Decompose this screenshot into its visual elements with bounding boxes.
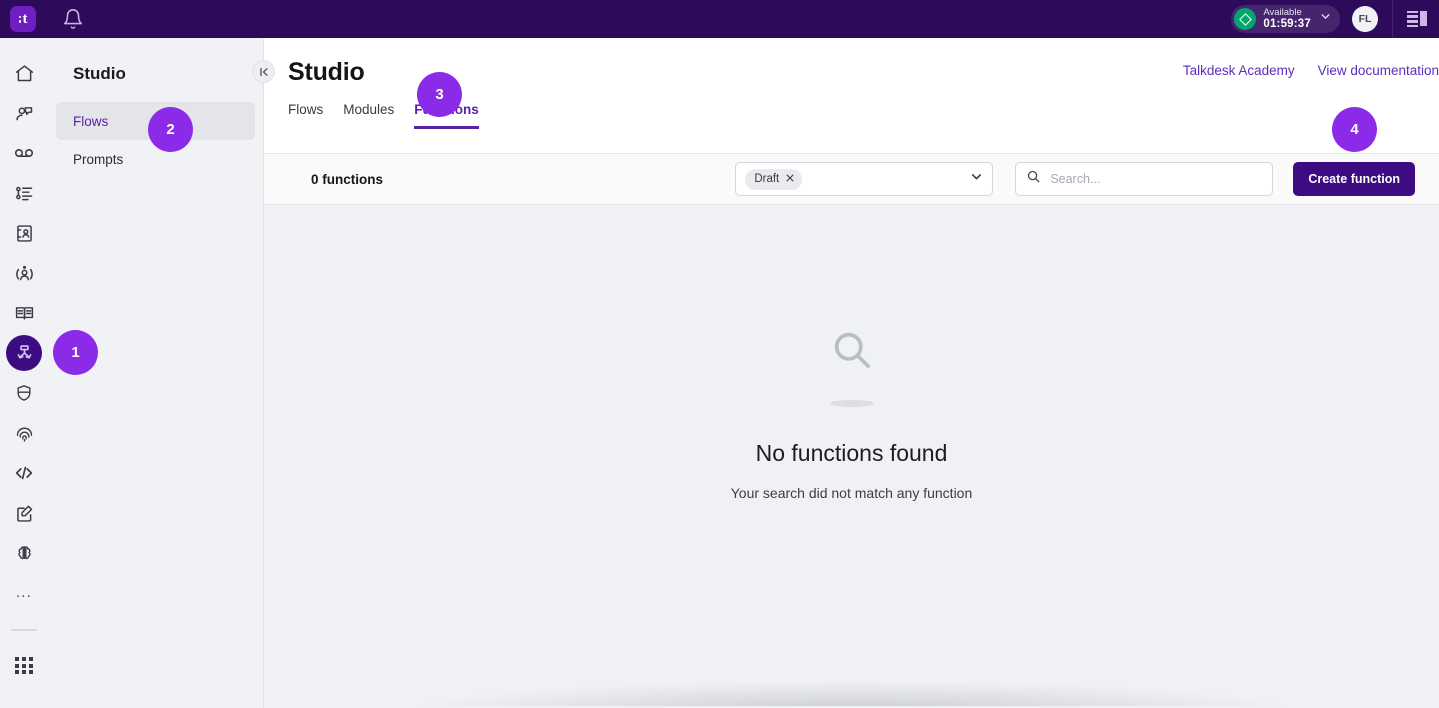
knowledge-book-icon <box>15 306 33 319</box>
sidebar-item-agents[interactable] <box>6 255 42 291</box>
sidebar-item-knowledge[interactable] <box>6 295 42 331</box>
primary-nav-rail: ... <box>0 38 48 708</box>
status-available-icon <box>1234 8 1257 30</box>
empty-state-shadow <box>829 400 874 407</box>
fingerprint-icon <box>16 427 32 442</box>
sidebar-more-button[interactable]: ... <box>6 575 42 611</box>
rail-divider <box>11 629 37 631</box>
logo-dots <box>18 15 21 23</box>
app-root: t Available 01:59:37 FL ... Studio Flows… <box>0 0 1439 708</box>
filter-chip-label: Draft <box>754 173 780 185</box>
sidebar-item-home[interactable] <box>6 55 42 91</box>
flows-icon <box>17 344 31 358</box>
search-icon <box>1026 169 1041 189</box>
voicemail-icon <box>14 149 34 157</box>
status-filter-dropdown[interactable]: Draft <box>735 162 994 196</box>
search-input[interactable] <box>1050 172 1263 186</box>
activity-list-icon <box>15 186 32 200</box>
create-function-button[interactable]: Create function <box>1293 162 1415 196</box>
apps-grid-icon[interactable] <box>15 657 33 675</box>
sidebar-item-activity[interactable] <box>6 175 42 211</box>
collapse-panel-icon <box>259 67 268 76</box>
empty-state-title: No functions found <box>755 440 948 466</box>
link-talkdesk-academy[interactable]: Talkdesk Academy <box>1183 63 1295 78</box>
chevron-down-icon[interactable] <box>969 169 984 189</box>
link-view-documentation[interactable]: View documentation <box>1318 63 1439 78</box>
sidebar-item-security[interactable] <box>6 375 42 411</box>
filter-chip-draft[interactable]: Draft <box>745 168 803 190</box>
tab-modules[interactable]: Modules <box>343 102 394 129</box>
brain-icon <box>17 545 31 559</box>
sidebar-title: Studio <box>73 64 126 83</box>
agent-icon <box>15 265 33 280</box>
status-label: Available <box>1263 6 1302 18</box>
collapse-sidebar-button[interactable] <box>252 60 275 83</box>
close-icon[interactable] <box>785 170 795 188</box>
status-timer: 01:59:37 <box>1263 17 1311 30</box>
conversations-icon <box>15 106 32 120</box>
shield-icon <box>17 385 31 401</box>
walkthrough-badge-4[interactable]: 4 <box>1332 107 1377 152</box>
sidebar-item-identity[interactable] <box>6 415 42 451</box>
sidebar-item-label: Prompts <box>73 151 124 167</box>
agent-status-widget[interactable]: Available 01:59:37 <box>1231 5 1340 33</box>
empty-state-subtitle: Your search did not match any function <box>730 485 973 501</box>
main-content: Studio Talkdesk Academy View documentati… <box>264 38 1439 708</box>
avatar[interactable]: FL <box>1352 6 1378 32</box>
walkthrough-badge-2[interactable]: 2 <box>148 107 193 152</box>
walkthrough-badge-1[interactable]: 1 <box>53 330 98 375</box>
chevron-down-icon[interactable] <box>1319 10 1332 28</box>
code-icon <box>15 466 33 480</box>
bell-icon[interactable] <box>62 8 84 30</box>
home-icon <box>15 64 33 81</box>
tab-flows[interactable]: Flows <box>288 102 323 129</box>
logo-letter: t <box>22 11 28 27</box>
sidebar-item-compose[interactable] <box>6 495 42 531</box>
sidebar-item-contacts[interactable] <box>6 215 42 251</box>
toolbar: 0 functions Draft Create f <box>264 153 1439 205</box>
topbar-divider <box>1392 0 1393 38</box>
contacts-book-icon <box>16 224 32 242</box>
sidebar-item-voicemail[interactable] <box>6 135 42 171</box>
help-links: Talkdesk Academy View documentation <box>1183 63 1439 78</box>
function-count: 0 functions <box>311 171 384 187</box>
bottom-shadow <box>264 654 1439 706</box>
toggle-right-panel-icon[interactable] <box>1407 10 1427 28</box>
search-box[interactable] <box>1015 162 1274 196</box>
top-bar: t Available 01:59:37 FL <box>0 0 1439 38</box>
sidebar-item-ai[interactable] <box>6 535 42 571</box>
compose-icon <box>16 505 32 522</box>
empty-state: No functions found Your search did not m… <box>264 205 1439 706</box>
walkthrough-badge-3[interactable]: 3 <box>417 72 462 117</box>
sidebar-item-label: Flows <box>73 113 109 129</box>
talkdesk-logo[interactable]: t <box>10 6 36 32</box>
sidebar-item-studio[interactable] <box>6 335 42 371</box>
sidebar-item-developer[interactable] <box>6 455 42 491</box>
sidebar-item-conversations[interactable] <box>6 95 42 131</box>
more-icon: ... <box>15 584 33 601</box>
search-icon <box>829 327 875 378</box>
